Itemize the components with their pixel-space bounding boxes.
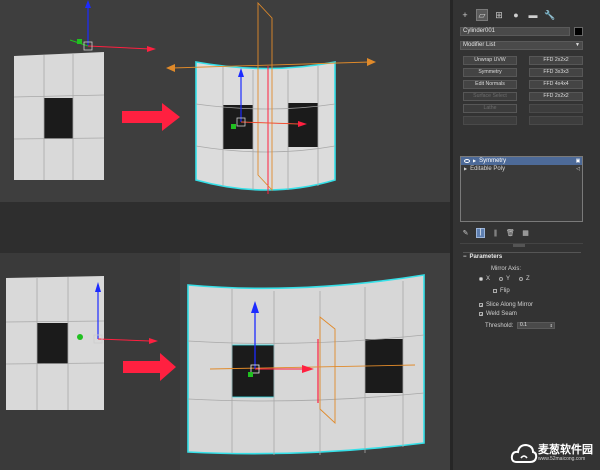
axis-x-label: X (486, 276, 491, 282)
modifier-button-symmetry[interactable]: Symmetry (463, 68, 517, 77)
threshold-label: Threshold: (485, 323, 514, 329)
modifier-list-dropdown[interactable]: Modifier List ▼ (460, 41, 583, 50)
utilities-icon[interactable]: 🔧 (544, 9, 556, 21)
remove-modifier-icon[interactable]: 🗑 (506, 228, 515, 238)
stack-item-symmetry[interactable]: ▶ Symmetry ▣ (461, 157, 582, 165)
modifier-button-ffd-4x4x4[interactable]: FFD 4x4x4 (529, 80, 583, 89)
modifier-buttons: Unwrap UVW FFD 2x2x2 Symmetry FFD 3x3x3 … (463, 56, 583, 125)
viewport-top[interactable] (0, 0, 450, 202)
mesh-original-bottom[interactable] (5, 276, 158, 410)
modifier-button-ffd-3x3x3[interactable]: FFD 3x3x3 (529, 68, 583, 77)
stack-toolbar: ✎ | ∥ 🗑 ▦ (461, 227, 530, 238)
transition-arrow-icon (122, 103, 180, 131)
threshold-value: 0.1 (520, 322, 527, 328)
mesh-original-top[interactable] (13, 0, 156, 180)
modifier-button-empty[interactable] (529, 104, 583, 113)
rollout-header[interactable]: − Parameters (463, 253, 581, 261)
cloud-logo-icon (510, 443, 538, 463)
create-icon[interactable]: + (459, 9, 471, 21)
modifier-state-icon: ◁ (576, 166, 580, 172)
radio-axis-y[interactable] (499, 277, 503, 281)
stack-item-label: Symmetry (479, 158, 507, 164)
stack-item-label: Editable Poly (470, 166, 506, 172)
flip-checkbox[interactable] (493, 289, 497, 293)
modifier-button-unwrap-uvw[interactable]: Unwrap UVW (463, 56, 517, 65)
slice-along-mirror-checkbox[interactable]: ✓ (479, 303, 483, 308)
watermark-url: www.52maicong.com (538, 456, 586, 462)
weld-seam-checkbox[interactable]: ✓ (479, 312, 483, 317)
panel-resize-grip[interactable] (513, 244, 525, 247)
radio-axis-x[interactable] (479, 277, 483, 281)
transition-arrow-icon (123, 353, 176, 381)
mirror-axis-label: Mirror Axis: (491, 266, 521, 272)
mesh-symmetry-top[interactable] (166, 1, 376, 194)
axis-z-label: Z (526, 276, 530, 282)
slice-along-mirror-label: Slice Along Mirror (486, 302, 534, 308)
modifier-button-lathe[interactable]: Lathe (463, 104, 517, 113)
parameters-rollout: − Parameters Mirror Axis: X Y Z Flip ✓ S… (463, 252, 581, 332)
modifier-button-empty[interactable] (463, 116, 517, 125)
command-panel: + ▱ ⊞ ● ▬ 🔧 Cylinder001 Modifier List ▼ … (450, 0, 600, 470)
show-end-result-icon[interactable]: | (476, 227, 485, 238)
object-color-swatch[interactable] (574, 27, 583, 36)
modifier-stack[interactable]: ▶ Symmetry ▣ ▶ Editable Poly ◁ (460, 156, 583, 222)
mesh-symmetry-bottom[interactable] (187, 274, 425, 455)
modifier-button-edit-normals[interactable]: Edit Normals (463, 80, 517, 89)
viewport-bottom-main[interactable] (180, 253, 450, 470)
modify-icon[interactable]: ▱ (476, 9, 488, 21)
modifier-button-surface-select[interactable]: Surface Select (463, 92, 517, 101)
make-unique-icon[interactable]: ∥ (491, 228, 500, 238)
flip-label: Flip (500, 288, 510, 294)
chevron-down-icon: ▼ (575, 42, 580, 48)
command-panel-tabs: + ▱ ⊞ ● ▬ 🔧 (459, 8, 597, 22)
eye-icon[interactable] (464, 159, 470, 163)
viewport-bottom-left[interactable] (0, 253, 180, 470)
configure-sets-icon[interactable]: ▦ (521, 228, 530, 238)
object-name-field[interactable]: Cylinder001 (460, 27, 570, 36)
watermark-brand: 麦葱软件园 (538, 444, 593, 456)
modifier-list-label: Modifier List (463, 42, 496, 48)
watermark: 麦葱软件园 www.52maicong.com (508, 437, 600, 470)
spinner-arrows-icon[interactable]: ⇕ (550, 323, 553, 328)
pin-stack-icon[interactable]: ✎ (461, 228, 470, 238)
expand-icon[interactable]: ▶ (464, 165, 467, 173)
modifier-button-ffd-2x2x2[interactable]: FFD 2x2x2 (529, 56, 583, 65)
weld-seam-label: Weld Seam (486, 311, 517, 317)
modifier-button-ffd-2x2x2-b[interactable]: FFD 2x2x2 (529, 92, 583, 101)
stack-item-editable-poly[interactable]: ▶ Editable Poly ◁ (461, 165, 582, 173)
expand-icon[interactable]: ▶ (473, 157, 476, 165)
collapse-icon: − (463, 254, 467, 260)
threshold-spinner[interactable]: 0.1 ⇕ (517, 322, 555, 329)
rollout-title: Parameters (469, 254, 503, 260)
hierarchy-icon[interactable]: ⊞ (493, 9, 505, 21)
modifier-state-icon: ▣ (575, 158, 581, 164)
axis-y-label: Y (506, 276, 511, 282)
motion-icon[interactable]: ● (510, 9, 522, 21)
display-icon[interactable]: ▬ (527, 9, 539, 21)
modifier-button-empty[interactable] (529, 116, 583, 125)
viewport-gap (0, 202, 450, 253)
radio-axis-z[interactable] (519, 277, 523, 281)
